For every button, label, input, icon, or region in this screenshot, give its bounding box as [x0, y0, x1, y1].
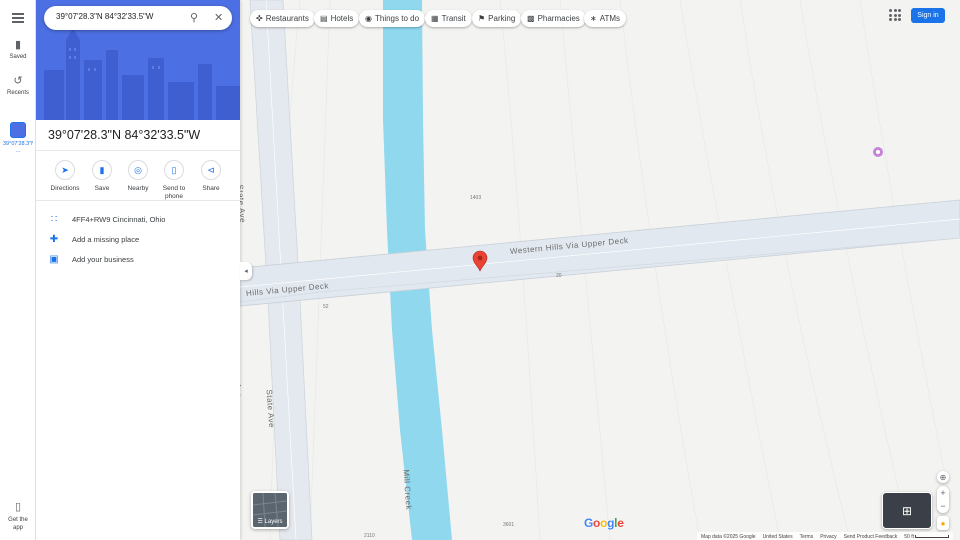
- recents-button[interactable]: ↺ Recents: [0, 74, 36, 96]
- chip-label: Transit: [441, 14, 466, 23]
- history-icon: ↺: [13, 75, 23, 87]
- send-to-phone-label: Send to phone: [162, 185, 186, 200]
- directions-icon: ➤: [55, 160, 75, 180]
- nearby-icon: ◎: [128, 160, 148, 180]
- address-number: 3601: [503, 522, 515, 528]
- zoom-in-button[interactable]: +: [940, 487, 945, 500]
- pharmacy-icon: ▩: [527, 14, 535, 23]
- scale-text: 50 ft: [904, 534, 915, 540]
- street-view-button[interactable]: ⊞: [882, 492, 932, 529]
- chip-label: Parking: [488, 14, 516, 23]
- chip-restaurants[interactable]: ✜ Restaurants: [250, 10, 315, 27]
- menu-icon[interactable]: [12, 13, 24, 25]
- bed-icon: ▤: [320, 14, 328, 23]
- search-box[interactable]: ⚲ ✕: [44, 6, 232, 30]
- zoom-out-button[interactable]: −: [940, 500, 945, 513]
- chip-label: ATMs: [599, 14, 620, 23]
- chevron-left-icon: ◂: [244, 268, 248, 275]
- recent-place-label: 39°07'28.3"N ...: [3, 141, 33, 154]
- parking-icon: ⚑: [478, 14, 486, 23]
- scale-bar: [915, 535, 950, 539]
- address-number: 20: [556, 273, 562, 279]
- plus-code-row[interactable]: ∷ 4FF4+RW9 Cincinnati, Ohio: [48, 212, 166, 226]
- search-icon[interactable]: ⚲: [190, 11, 198, 25]
- plus-code-icon: ∷: [50, 213, 58, 225]
- chip-hotels[interactable]: ▤ Hotels: [314, 10, 360, 27]
- save-label: Save: [94, 185, 110, 192]
- phone-icon: ▯: [14, 501, 22, 513]
- train-icon: ▦: [431, 14, 439, 23]
- get-app-label: Get the app: [8, 517, 28, 531]
- recent-place-thumb: [10, 122, 26, 138]
- left-rail: ▮ Saved ↺ Recents 39°07'28.3"N ... ▯ Get…: [0, 0, 36, 540]
- directions-label: Directions: [50, 185, 80, 192]
- search-input[interactable]: [56, 12, 176, 21]
- share-button[interactable]: ⊲ Share: [193, 160, 229, 193]
- crosshair-icon: ⊕: [939, 472, 947, 482]
- chip-label: Hotels: [330, 14, 354, 23]
- add-missing-place-text: Add a missing place: [72, 234, 140, 244]
- google-logo: Google: [584, 516, 624, 530]
- add-location-icon: ✚: [49, 233, 59, 245]
- feedback-link[interactable]: Send Product Feedback: [844, 534, 898, 540]
- share-label: Share: [202, 185, 220, 192]
- chip-pharmacies[interactable]: ▩ Pharmacies: [521, 10, 586, 27]
- divider: [36, 200, 240, 201]
- add-missing-place-row[interactable]: ✚ Add a missing place: [48, 232, 139, 246]
- layers-button[interactable]: ☰ Layers: [251, 491, 289, 529]
- terms-link[interactable]: Terms: [800, 534, 814, 540]
- atm-icon: ∗: [590, 14, 597, 23]
- save-button[interactable]: ▮ Save: [84, 160, 120, 193]
- collapse-panel-button[interactable]: ◂: [240, 262, 252, 280]
- layers-label: ☰ Layers: [253, 518, 287, 525]
- recent-place-button[interactable]: 39°07'28.3"N ...: [0, 122, 36, 155]
- chip-things-to-do[interactable]: ◉ Things to do: [359, 10, 426, 27]
- layers-stack-icon: ☰: [257, 519, 263, 525]
- get-app-button[interactable]: ▯ Get the app: [0, 500, 36, 532]
- street-view-icon: ⊞: [901, 503, 913, 518]
- share-icon: ⊲: [201, 160, 221, 180]
- plus-code-text: 4FF4+RW9 Cincinnati, Ohio: [72, 214, 166, 224]
- camera-icon: ◉: [365, 14, 372, 23]
- nearby-label: Nearby: [127, 185, 149, 192]
- layers-text: Layers: [264, 519, 283, 525]
- divider: [36, 150, 240, 151]
- place-panel: ⚲ ✕ 39°07'28.3"N 84°32'33.5"W ➤ Directio…: [36, 0, 240, 540]
- scale-control[interactable]: 50 ft: [904, 534, 950, 540]
- address-number: 2110: [364, 533, 375, 539]
- chip-label: Restaurants: [265, 14, 309, 23]
- directions-button[interactable]: ➤ Directions: [47, 160, 83, 193]
- address-number: 52: [323, 304, 329, 310]
- chip-label: Things to do: [374, 14, 420, 23]
- fork-knife-icon: ✜: [256, 14, 263, 23]
- place-title: 39°07'28.3"N 84°32'33.5"W: [48, 128, 201, 142]
- chip-transit[interactable]: ▦ Transit: [425, 10, 472, 27]
- zoom-controls: + −: [937, 486, 949, 513]
- pegman-icon[interactable]: ●: [937, 516, 949, 530]
- bookmark-icon: ▮: [92, 160, 112, 180]
- chip-parking[interactable]: ⚑ Parking: [472, 10, 522, 27]
- chip-label: Pharmacies: [537, 14, 580, 23]
- phone-icon: ▯: [164, 160, 184, 180]
- close-icon[interactable]: ✕: [214, 11, 223, 25]
- privacy-link[interactable]: Privacy: [820, 534, 836, 540]
- chip-atms[interactable]: ∗ ATMs: [584, 10, 626, 27]
- sign-in-button[interactable]: Sign in: [911, 8, 945, 23]
- store-icon: ▣: [49, 253, 59, 265]
- bookmark-icon: ▮: [14, 39, 22, 51]
- add-business-text: Add your business: [72, 254, 134, 264]
- add-business-row[interactable]: ▣ Add your business: [48, 252, 134, 266]
- address-number: 1403: [470, 195, 482, 201]
- send-to-phone-button[interactable]: ▯ Send to phone: [156, 160, 192, 201]
- my-location-button[interactable]: ⊕: [937, 471, 949, 483]
- saved-button[interactable]: ▮ Saved: [0, 38, 36, 60]
- country-link[interactable]: United States: [763, 534, 793, 540]
- saved-label: Saved: [9, 54, 27, 60]
- map-footer: Map data ©2025 Google United States Term…: [697, 532, 954, 540]
- apps-grid-icon[interactable]: [889, 9, 901, 21]
- nearby-button[interactable]: ◎ Nearby: [120, 160, 156, 193]
- map-data-text: Map data ©2025 Google: [701, 534, 756, 540]
- recents-label: Recents: [6, 90, 29, 96]
